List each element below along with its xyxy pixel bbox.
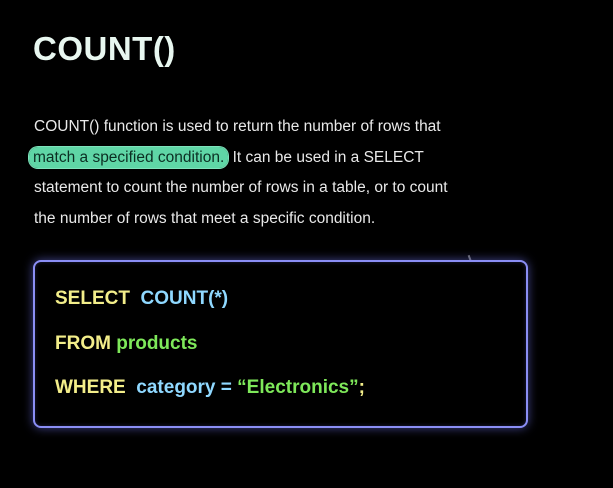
description-line-1: COUNT() function is used to return the n… bbox=[34, 118, 441, 135]
select-keyword: SELECT bbox=[55, 288, 130, 309]
description-line-2-rest: It can be used in a SELECT bbox=[228, 148, 424, 166]
where-keyword: WHERE bbox=[55, 377, 126, 398]
highlighted-phrase: match a specified condition. bbox=[29, 146, 229, 168]
description-line-3: statement to count the number of rows in… bbox=[34, 179, 448, 196]
from-keyword: FROM bbox=[55, 333, 111, 354]
count-expression: COUNT(*) bbox=[140, 288, 229, 309]
code-line-select: SELECT COUNT(*) bbox=[55, 288, 228, 310]
code-line-where: WHERE category = “Electronics”; bbox=[55, 377, 365, 399]
description-line-2: match a specified condition. It can be u… bbox=[29, 143, 594, 174]
code-line-from: FROM products bbox=[55, 333, 198, 355]
statement-terminator: ; bbox=[358, 377, 365, 398]
table-name: products bbox=[116, 333, 198, 354]
column-name: category bbox=[136, 377, 216, 398]
page-title: COUNT() bbox=[33, 30, 176, 67]
description-paragraph: COUNT() function is used to return the n… bbox=[29, 112, 594, 234]
string-literal: “Electronics” bbox=[237, 377, 359, 398]
equals-operator: = bbox=[220, 377, 232, 398]
description-line-4: the number of rows that meet a specific … bbox=[34, 209, 376, 227]
code-block: SELECT COUNT(*) FROM products WHERE cate… bbox=[33, 260, 528, 428]
